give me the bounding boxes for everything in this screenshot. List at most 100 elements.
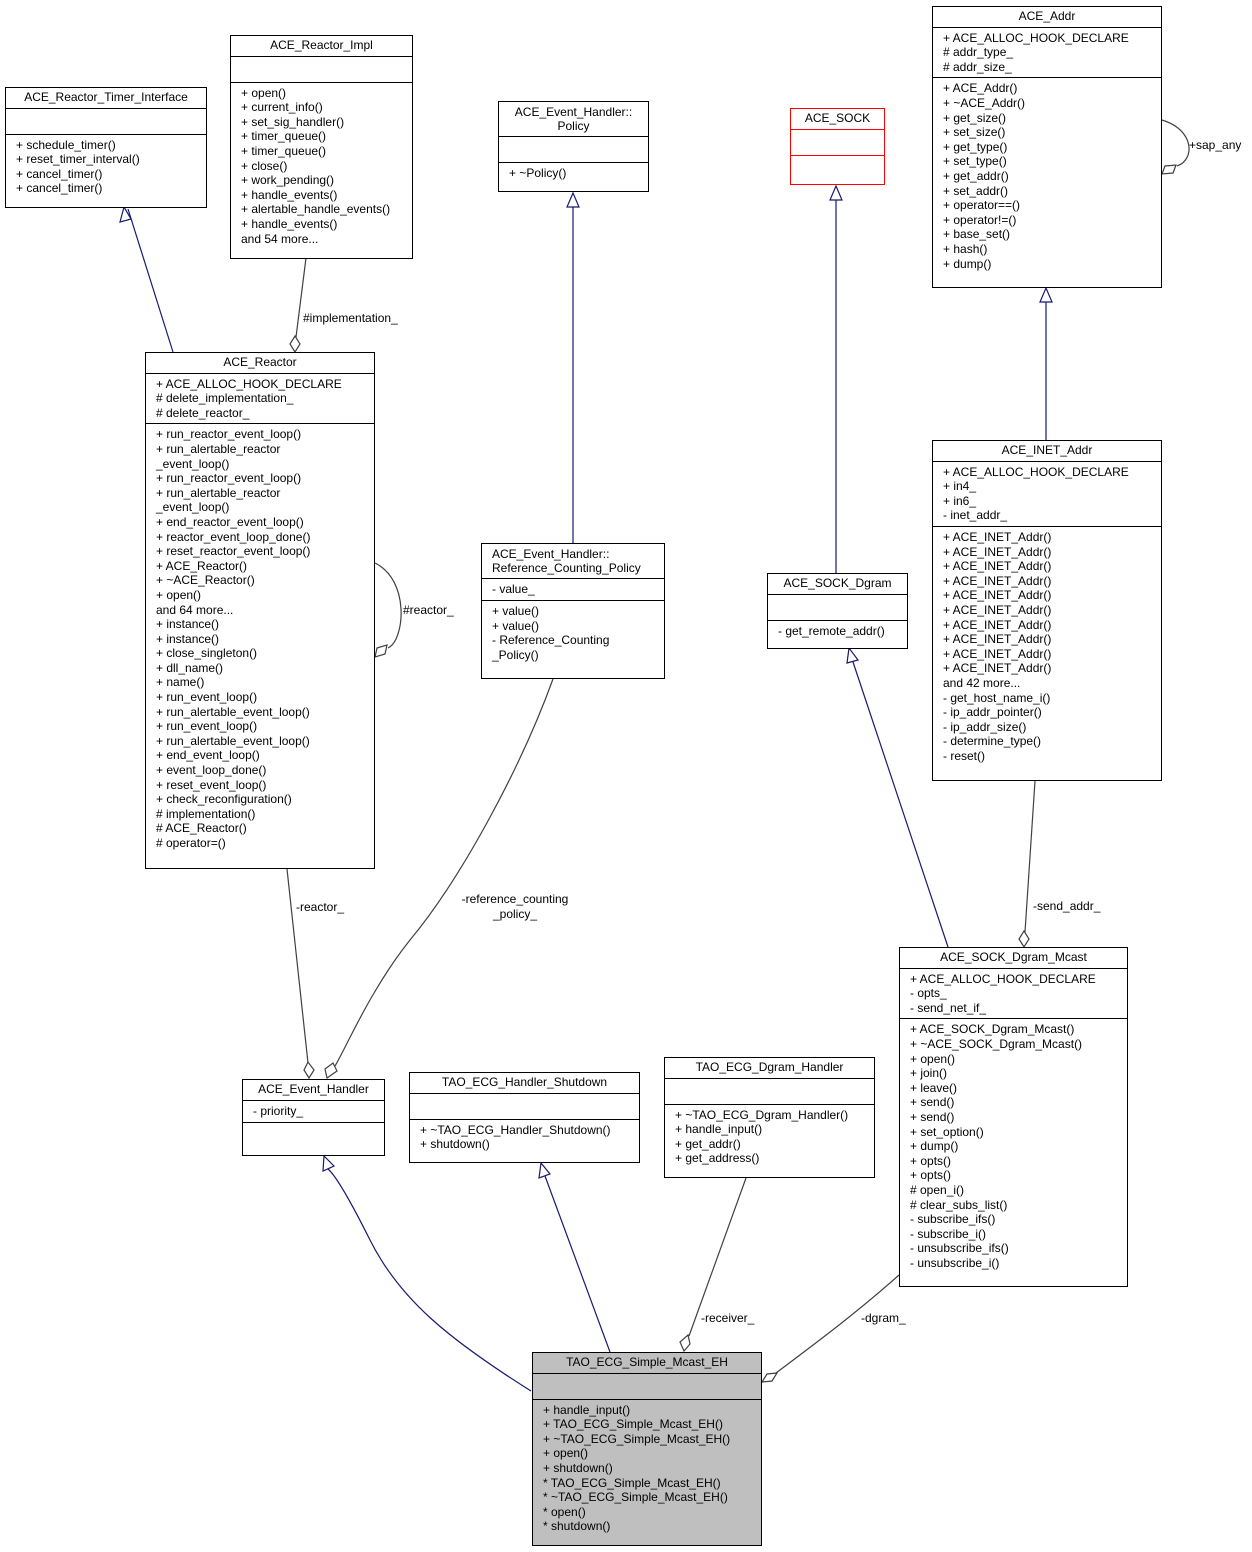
- member-item: - ip_addr_pointer(): [943, 705, 1042, 720]
- inheritance-arrow-icon: [538, 1161, 552, 1179]
- class-ace-reactor-impl[interactable]: ACE_Reactor_Impl + open() + current_info(…: [230, 35, 413, 259]
- class-ace-reactor-timer-interface[interactable]: ACE_Reactor_Timer_Interface + schedule_t…: [5, 87, 207, 208]
- member-item: + instance(): [156, 631, 220, 646]
- class-name: ACE_Event_Handler:: Reference_Counting_P…: [482, 544, 664, 578]
- member-item: + set_option(): [910, 1124, 984, 1139]
- class-name: ACE_Event_Handler: [258, 1082, 369, 1096]
- class-name: ACE_Addr: [1018, 9, 1076, 23]
- member-item: + ~TAO_ECG_Dgram_Handler(): [675, 1107, 849, 1122]
- aggregation-diamond-icon: [289, 334, 301, 354]
- member-item: + ~TAO_ECG_Handler_Shutdown(): [420, 1122, 611, 1137]
- class-name: ACE_Reactor_Impl: [270, 38, 373, 52]
- edge-label-line: _policy_: [492, 906, 538, 921]
- member-item: + ACE_ALLOC_HOOK_DECLARE: [943, 464, 1129, 479]
- class-name: ACE_SOCK_Dgram_Mcast: [940, 950, 1087, 964]
- member-item: + end_reactor_event_loop(): [156, 514, 304, 529]
- class-ace-sock-dgram[interactable]: ACE_SOCK_Dgram - get_remote_addr(): [767, 573, 908, 649]
- member-item: - get_remote_addr(): [778, 623, 885, 638]
- more-members-item: and 42 more...: [943, 675, 1021, 690]
- member-item: * ~TAO_ECG_Simple_Mcast_EH(): [543, 1490, 728, 1505]
- class-ace-sock[interactable]: ACE_SOCK: [790, 108, 885, 185]
- member-item: + schedule_timer(): [16, 137, 116, 152]
- class-name-line: Policy: [557, 119, 590, 133]
- class-ace-event-handler[interactable]: ACE_Event_Handler - priority_: [242, 1079, 385, 1156]
- member-item: + ACE_INET_Addr(): [943, 661, 1052, 676]
- member-item: # delete_implementation_: [156, 391, 294, 406]
- class-tao-ecg-handler-shutdown[interactable]: TAO_ECG_Handler_Shutdown + ~TAO_ECG_Hand…: [409, 1072, 640, 1163]
- edge-reactor-to-timer-interface: [127, 208, 174, 353]
- class-name: ACE_Reactor_Timer_Interface: [24, 90, 188, 104]
- member-item: + ~TAO_ECG_Simple_Mcast_EH(): [543, 1431, 731, 1446]
- member-item: + get_address(): [675, 1151, 760, 1166]
- member-item: - determine_type(): [943, 734, 1042, 749]
- member-item: + open(): [241, 85, 287, 100]
- attributes-section: [231, 55, 412, 82]
- class-name: TAO_ECG_Simple_Mcast_EH: [566, 1355, 728, 1369]
- member-item: + ~Policy(): [509, 166, 567, 180]
- member-item: + value(): [492, 604, 540, 618]
- member-item: + ACE_INET_Addr(): [943, 573, 1052, 588]
- class-ace-event-handler-policy[interactable]: ACE_Event_Handler:: Policy + ~Policy(): [498, 101, 649, 192]
- member-item: + dump(): [910, 1139, 959, 1154]
- class-tao-ecg-simple-mcast-eh[interactable]: TAO_ECG_Simple_Mcast_EH + handle_input()…: [532, 1352, 762, 1546]
- attributes-section: + ACE_ALLOC_HOOK_DECLARE # delete_impleme…: [146, 372, 374, 424]
- attributes-section: [665, 1077, 874, 1104]
- member-item: + opts(): [910, 1153, 952, 1168]
- member-item: # clear_subs_list(): [910, 1197, 1008, 1212]
- member-item: - subscribe_ifs(): [910, 1212, 996, 1227]
- inheritance-arrow-icon: [1039, 286, 1053, 303]
- class-ace-reference-counting-policy[interactable]: ACE_Event_Handler:: Reference_Counting_P…: [481, 543, 665, 679]
- member-item: + ~ACE_SOCK_Dgram_Mcast(): [910, 1036, 1083, 1051]
- attributes-section: + ACE_ALLOC_HOOK_DECLARE # addr_type_ # ad…: [933, 26, 1161, 78]
- member-item: + ACE_INET_Addr(): [943, 646, 1052, 661]
- member-item: # implementation(): [156, 806, 256, 821]
- member-item: + ACE_Addr(): [943, 81, 1018, 96]
- member-item: + operator==(): [943, 198, 1021, 213]
- member-item: + set_sig_handler(): [241, 114, 345, 129]
- member-item: + ~ACE_Reactor(): [156, 573, 255, 588]
- attributes-section: + ACE_ALLOC_HOOK_DECLARE + in4_ + in6_ - in…: [933, 460, 1161, 526]
- member-item: + handle_input(): [675, 1122, 763, 1137]
- member-item: * TAO_ECG_Simple_Mcast_EH(): [543, 1475, 721, 1490]
- methods-section: [243, 1121, 384, 1148]
- member-item: + run_alertable_reactor: [156, 441, 281, 456]
- edge-label-receiver: -receiver_: [701, 1311, 755, 1325]
- class-ace-inet-addr[interactable]: ACE_INET_Addr + ACE_ALLOC_HOOK_DECLARE + …: [932, 440, 1162, 781]
- member-item: + ACE_INET_Addr(): [943, 559, 1052, 574]
- member-item: _Policy(): [492, 647, 539, 662]
- class-tao-ecg-dgram-handler[interactable]: TAO_ECG_Dgram_Handler + ~TAO_ECG_Dgram_H…: [664, 1057, 875, 1178]
- member-item: + dump(): [943, 256, 992, 271]
- member-item: + opts(): [910, 1168, 952, 1183]
- aggregation-diamond-icon: [679, 1333, 691, 1353]
- member-item: + run_alertable_event_loop(): [156, 733, 310, 748]
- member-item: + send(): [910, 1095, 955, 1110]
- member-item: # delete_reactor_: [156, 405, 250, 420]
- member-item: + end_event_loop(): [156, 748, 260, 763]
- member-item: + in4_: [943, 479, 977, 494]
- member-item: - priority_: [253, 1103, 304, 1118]
- member-item: + get_size(): [943, 110, 1007, 125]
- member-item: + run_alertable_event_loop(): [156, 704, 310, 719]
- attributes-section: [499, 136, 648, 162]
- member-item: + close(): [241, 158, 288, 173]
- edge-label-implementation: #implementation_: [303, 311, 398, 325]
- member-item: + send(): [910, 1109, 955, 1124]
- member-item: + TAO_ECG_Simple_Mcast_EH(): [543, 1417, 723, 1432]
- member-item: + ACE_SOCK_Dgram_Mcast(): [910, 1022, 1075, 1037]
- methods-section: + handle_input() + TAO_ECG_Simple_Mcast_E…: [533, 1398, 761, 1537]
- member-item: + work_pending(): [241, 173, 335, 188]
- member-item: + ACE_ALLOC_HOOK_DECLARE: [943, 30, 1129, 45]
- aggregation-diamond-icon: [1161, 164, 1177, 175]
- member-item: + name(): [156, 675, 205, 690]
- member-item: + reset_reactor_event_loop(): [156, 544, 311, 559]
- class-ace-sock-dgram-mcast[interactable]: ACE_SOCK_Dgram_Mcast + ACE_ALLOC_HOOK_DE…: [899, 947, 1128, 1287]
- member-item: + ACE_ALLOC_HOOK_DECLARE: [910, 971, 1096, 986]
- methods-section: - get_remote_addr(): [768, 619, 907, 642]
- class-ace-addr[interactable]: ACE_Addr + ACE_ALLOC_HOOK_DECLARE # addr_…: [932, 6, 1162, 288]
- class-name-line: ACE_Event_Handler::: [492, 547, 610, 561]
- class-ace-reactor[interactable]: ACE_Reactor + ACE_ALLOC_HOOK_DECLARE # de…: [145, 352, 375, 869]
- member-item: + shutdown(): [543, 1460, 613, 1475]
- aggregation-diamond-icon: [374, 644, 388, 658]
- more-members-item: and 64 more...: [156, 602, 234, 617]
- member-item: - get_host_name_i(): [943, 690, 1051, 705]
